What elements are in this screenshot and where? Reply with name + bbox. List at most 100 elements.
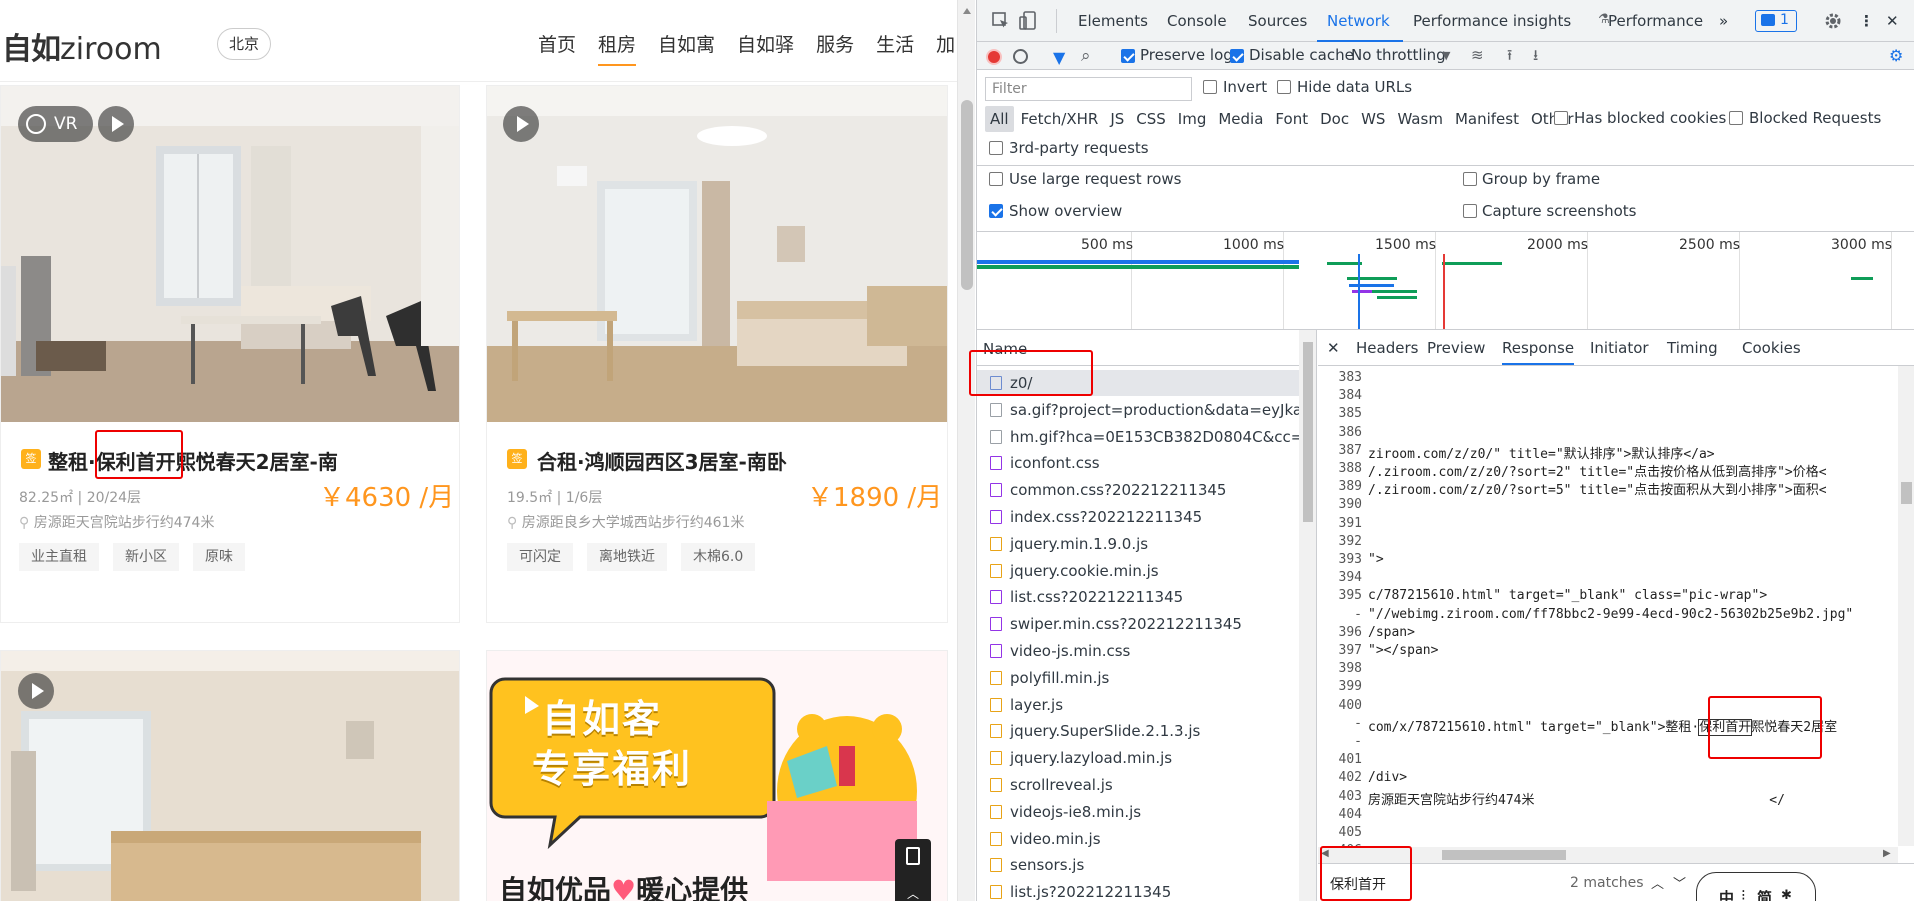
request-row[interactable]: list.js?202212211345 — [977, 879, 1316, 901]
tab-console[interactable]: Console — [1167, 12, 1227, 30]
nav-item[interactable]: 自如寓 — [658, 30, 715, 66]
type-filter-all[interactable]: All — [985, 106, 1014, 132]
request-row[interactable]: index.css?202212211345 — [977, 504, 1316, 530]
close-devtools-icon[interactable]: ✕ — [1886, 12, 1899, 30]
promo-banner[interactable]: 自如客 专享福利 自如优品♥暖心提供 ︿ — [486, 650, 948, 901]
request-row[interactable]: sensors.js — [977, 852, 1316, 878]
website-scroll-thumb[interactable] — [961, 100, 973, 290]
throttling-select[interactable]: No throttling — [1351, 46, 1446, 64]
blocked-requests-checkbox[interactable] — [1729, 111, 1743, 125]
request-row[interactable]: common.css?202212211345 — [977, 477, 1316, 503]
more-tabs-icon[interactable]: » — [1719, 12, 1728, 30]
type-filter-css[interactable]: CSS — [1131, 106, 1171, 132]
tab-elements[interactable]: Elements — [1078, 12, 1148, 30]
group-by-frame-checkbox[interactable] — [1463, 172, 1477, 186]
tab-performance-insights[interactable]: Performance insights — [1413, 12, 1571, 30]
scroll-right-icon[interactable]: ▶ — [1883, 848, 1891, 859]
show-overview-checkbox[interactable] — [989, 204, 1003, 218]
nav-item[interactable]: 加 — [936, 30, 955, 66]
tab-sources[interactable]: Sources — [1248, 12, 1307, 30]
import-har-icon[interactable]: ⭱ — [1507, 45, 1512, 70]
request-row[interactable]: jquery.cookie.min.js — [977, 558, 1316, 584]
city-selector[interactable]: 北京 — [217, 28, 271, 60]
website-scrollbar[interactable] — [957, 0, 975, 901]
filter-input[interactable]: Filter — [985, 77, 1192, 101]
request-row[interactable]: layer.js — [977, 692, 1316, 718]
detail-tab-preview[interactable]: Preview — [1427, 339, 1485, 357]
type-filter-wasm[interactable]: Wasm — [1392, 106, 1448, 132]
detail-tab-timing[interactable]: Timing — [1667, 339, 1718, 357]
chevron-down-icon[interactable]: ▼ — [1442, 49, 1450, 62]
ime-toolbar[interactable]: 中 ⁝ 简 ✱ — [1696, 872, 1816, 901]
kebab-menu-icon[interactable]: ⋮ — [1859, 12, 1874, 30]
preserve-log-checkbox[interactable] — [1121, 49, 1135, 63]
detail-tab-initiator[interactable]: Initiator — [1590, 339, 1649, 357]
settings-gear-icon[interactable] — [1823, 11, 1843, 31]
ime-settings-icon[interactable]: ✱ — [1781, 888, 1792, 901]
nav-item[interactable]: 自如驿 — [737, 30, 794, 66]
type-filter-img[interactable]: Img — [1173, 106, 1212, 132]
response-source[interactable]: 383 384 385 386 387 ziroom.com/z/z0/" title="… — [1318, 366, 1898, 858]
vr-badge[interactable]: VR — [18, 106, 93, 142]
type-filter-ws[interactable]: WS — [1356, 106, 1390, 132]
request-row[interactable]: video.min.js — [977, 826, 1316, 852]
type-filter-js[interactable]: JS — [1105, 106, 1129, 132]
name-column-header[interactable]: Name — [977, 330, 1316, 366]
listing-photo-1[interactable]: VR — [1, 86, 459, 422]
type-filter-fetchxhr[interactable]: Fetch/XHR — [1016, 106, 1104, 132]
device-toolbar-icon[interactable] — [1019, 10, 1039, 32]
ime-simplified-mode[interactable]: 简 — [1757, 887, 1772, 901]
request-row[interactable]: iconfont.css — [977, 450, 1316, 476]
prev-match-icon[interactable]: ︿ — [1651, 873, 1664, 892]
record-icon[interactable] — [986, 49, 1002, 65]
detail-tab-cookies[interactable]: Cookies — [1742, 339, 1801, 357]
response-search-input[interactable]: 保利首开 — [1330, 874, 1386, 894]
response-hscroll-thumb[interactable] — [1442, 850, 1566, 860]
request-list-scroll-thumb[interactable] — [1303, 342, 1313, 522]
filter-icon[interactable]: ▼ — [1053, 48, 1065, 67]
listing-card-2[interactable]: 签 合租·鸿顺园西区3居室-南卧 19.5㎡ | 1/6层 ￥1890 /月 ⚲… — [486, 85, 948, 623]
next-match-icon[interactable]: ﹀ — [1673, 873, 1686, 892]
scroll-up-icon[interactable] — [963, 8, 971, 14]
export-har-icon[interactable]: ⭳ — [1533, 45, 1538, 70]
request-row[interactable]: videojs-ie8.min.js — [977, 799, 1316, 825]
network-overview-timeline[interactable]: 500 ms 1000 ms 1500 ms 2000 ms 2500 ms 3… — [977, 232, 1914, 330]
request-row[interactable]: jquery.lazyload.min.js — [977, 745, 1316, 771]
tab-performance[interactable]: Performance — [1608, 12, 1703, 30]
response-hscrollbar[interactable]: ◀ ▶ — [1318, 847, 1898, 863]
network-conditions-icon[interactable]: ≋ — [1471, 46, 1484, 64]
inspect-element-icon[interactable] — [991, 11, 1011, 31]
third-party-checkbox[interactable] — [989, 141, 1003, 155]
request-row[interactable]: list.css?202212211345 — [977, 584, 1316, 610]
listing-card-1[interactable]: VR 签 整租·保利首开熙悦春天2居室-南 82.25㎡ | 20/24层 ￥4… — [0, 85, 460, 623]
request-row[interactable]: polyfill.min.js — [977, 665, 1316, 691]
nav-item[interactable]: 首页 — [538, 30, 576, 66]
request-row[interactable]: sa.gif?project=production&data=eyJkaXN0a… — [977, 397, 1316, 423]
clear-icon[interactable] — [1013, 49, 1028, 64]
side-float-widget[interactable]: ︿ — [895, 839, 931, 901]
request-list-scrollbar[interactable] — [1299, 330, 1316, 901]
blocked-cookies-checkbox[interactable] — [1554, 111, 1568, 125]
request-row[interactable]: z0/ — [977, 370, 1316, 396]
request-row[interactable]: video-js.min.css — [977, 638, 1316, 664]
listing-photo-2[interactable] — [487, 86, 947, 422]
response-vscrollbar[interactable] — [1898, 366, 1914, 846]
listing-title[interactable]: 合租·鸿顺园西区3居室-南卧 — [537, 446, 787, 475]
issues-badge[interactable]: 1 — [1755, 10, 1797, 32]
search-icon[interactable]: ⌕ — [1081, 46, 1091, 66]
request-row[interactable]: jquery.SuperSlide.2.1.3.js — [977, 718, 1316, 744]
play-icon[interactable] — [503, 106, 539, 142]
invert-checkbox[interactable] — [1203, 80, 1217, 94]
close-detail-icon[interactable]: ✕ — [1327, 339, 1340, 357]
play-icon[interactable] — [18, 673, 54, 709]
type-filter-doc[interactable]: Doc — [1315, 106, 1354, 132]
request-row[interactable]: scrollreveal.js — [977, 772, 1316, 798]
scroll-left-icon[interactable]: ◀ — [1321, 848, 1329, 859]
nav-item[interactable]: 租房 — [598, 30, 637, 66]
request-row[interactable]: jquery.min.1.9.0.js — [977, 531, 1316, 557]
listing-title[interactable]: 整租·保利首开熙悦春天2居室-南 — [48, 446, 338, 475]
disable-cache-checkbox[interactable] — [1230, 49, 1244, 63]
nav-item[interactable]: 服务 — [816, 30, 854, 66]
request-row[interactable]: swiper.min.css?202212211345 — [977, 611, 1316, 637]
nav-item[interactable]: 生活 — [876, 30, 914, 66]
